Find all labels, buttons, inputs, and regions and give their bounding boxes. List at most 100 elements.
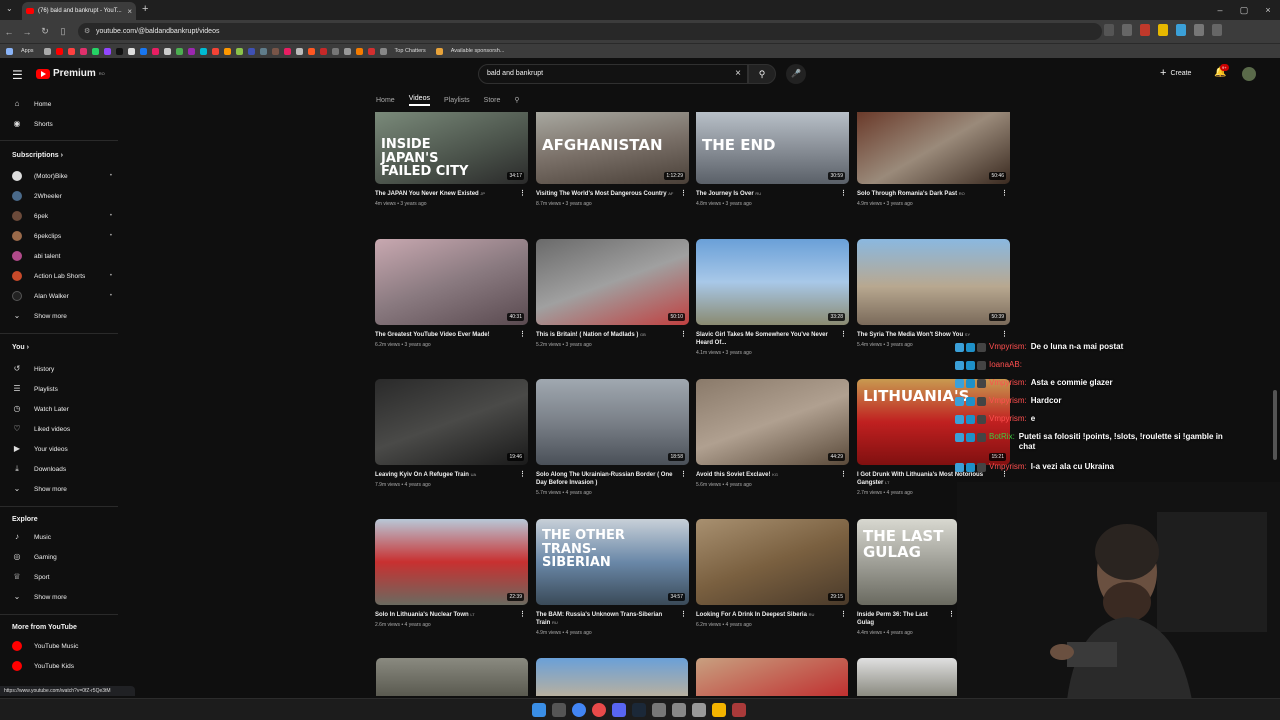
extension-icon[interactable] [1194,24,1204,36]
video-thumbnail[interactable]: 22:39 [375,519,528,605]
video-thumbnail[interactable]: 29:15 [696,519,849,605]
video-title[interactable]: The JAPAN You Never Knew Existed JP ⋮ [375,190,528,198]
search-button[interactable]: ⚲ [748,64,776,84]
video-card[interactable]: THE END 30:59 The Journey Is Over RU ⋮ 4.8m … [696,112,849,207]
notifications-button[interactable]: 🔔 9+ [1214,64,1229,78]
sidebar-item-shorts[interactable]: ◉ Shorts [12,117,112,131]
video-title[interactable]: The Greatest YouTube Video Ever Made! ⋮ [375,331,528,339]
bookmark-icon[interactable] [91,47,99,55]
bookmark-icon[interactable] [367,47,375,55]
bookmark-icon[interactable] [223,47,231,55]
profile-icon[interactable] [1212,24,1222,36]
video-thumbnail[interactable]: THE END 30:59 [696,112,849,184]
more-options-icon[interactable]: ⋮ [948,611,955,619]
tab-videos[interactable]: Videos [408,95,430,106]
bookmark-available-sponsorships[interactable]: Available sponsorsh... [435,47,504,55]
bookmark-icon[interactable] [163,47,171,55]
video-thumbnail[interactable]: 50:39 [857,239,1010,325]
show-more-explore[interactable]: ⌄ Show more [12,590,112,604]
more-options-icon[interactable]: ⋮ [840,190,847,198]
sidebar-item-subscription[interactable]: 6pek • [12,209,112,223]
bookmark-icon[interactable] [55,47,63,55]
forward-icon[interactable]: → [18,27,36,37]
video-thumbnail[interactable] [857,658,957,696]
bookmark-icon[interactable] [43,47,51,55]
video-title[interactable]: Solo Along The Ukrainian-Russian Border … [536,471,689,487]
bookmark-icon[interactable] [307,47,315,55]
discord-icon[interactable] [612,703,626,717]
bookmark-apps[interactable]: Apps [6,47,34,55]
bookmark-icon[interactable] [139,47,147,55]
video-title[interactable]: Solo Through Romania's Dark Past RO ⋮ [857,190,1010,198]
bookmark-icon[interactable] [319,47,327,55]
video-thumbnail[interactable]: 18:58 [536,379,689,465]
sidebar-item-subscription[interactable]: 2Wheeler [12,189,112,203]
sidebar-item-downloads[interactable]: ⤓ Downloads [12,462,112,476]
subscriptions-heading[interactable]: Subscriptions › [12,152,63,159]
video-card[interactable]: 33:28 Slavic Girl Takes Me Somewhere You'… [696,239,849,356]
video-title[interactable]: The BAM: Russia's Unknown Trans-Siberian… [536,611,689,627]
video-card[interactable]: AFGHANISTAN 1:12:29 Visiting The World's M… [536,112,689,207]
video-card[interactable]: 50:10 This is Britain! ( Nation of Madlad… [536,239,689,348]
channel-search-icon[interactable]: ⚲ [514,96,519,104]
video-card[interactable]: 50:46 Solo Through Romania's Dark Past RO… [857,112,1010,207]
sidebar-item-subscription[interactable]: Alan Walker • [12,289,112,303]
tab-home[interactable]: Home [376,97,395,104]
app-icon[interactable] [592,703,606,717]
bookmark-top-chatters[interactable]: Top Chatters [379,47,426,55]
video-thumbnail[interactable]: 50:10 [536,239,689,325]
video-card[interactable]: 22:39 Solo In Lithuania's Nuclear Town LT… [375,519,528,628]
video-title[interactable]: Avoid this Soviet Exclave! KG ⋮ [696,471,849,479]
more-options-icon[interactable]: ⋮ [680,471,687,479]
more-options-icon[interactable]: ⋮ [519,471,526,479]
menu-icon[interactable]: ☰ [12,68,23,82]
create-button[interactable]: + Create [1160,67,1191,79]
bookmark-icon[interactable] [271,47,279,55]
close-window-icon[interactable]: × [1256,0,1280,20]
site-info-icon[interactable]: ⚙ [84,23,90,40]
bookmark-icon[interactable] [127,47,135,55]
show-more-subscriptions[interactable]: ⌄ Show more [12,309,112,323]
video-card[interactable]: 19:46 Leaving Kyiv On A Refugee Train UA ⋮… [375,379,528,488]
app-icon[interactable] [672,703,686,717]
video-title[interactable]: This is Britain! ( Nation of Madlads ) G… [536,331,689,339]
windows-start-icon[interactable] [532,703,546,717]
bookmark-icon[interactable] [343,47,351,55]
video-thumbnail[interactable] [376,658,528,696]
tab-store[interactable]: Store [484,97,501,104]
more-options-icon[interactable]: ⋮ [1001,190,1008,198]
app-icon[interactable] [732,703,746,717]
new-tab-icon[interactable]: + [142,3,148,15]
video-title[interactable]: Leaving Kyiv On A Refugee Train UA ⋮ [375,471,528,479]
video-title[interactable]: Looking For A Drink In Deepest Siberia R… [696,611,849,619]
video-title[interactable]: Solo In Lithuania's Nuclear Town LT ⋮ [375,611,528,619]
more-options-icon[interactable]: ⋮ [840,611,847,619]
video-thumbnail[interactable] [536,658,688,696]
more-options-icon[interactable]: ⋮ [680,331,687,339]
video-card[interactable]: 50:39 The Syria The Media Won't Show You … [857,239,1010,348]
video-title[interactable]: The Journey Is Over RU ⋮ [696,190,849,198]
file-explorer-icon[interactable] [712,703,726,717]
video-card[interactable]: 18:58 Solo Along The Ukrainian-Russian Bo… [536,379,689,496]
sidebar-item-subscription[interactable]: Action Lab Shorts • [12,269,112,283]
install-icon[interactable] [1104,24,1114,36]
close-tab-icon[interactable]: × [127,7,132,16]
bookmark-icon[interactable] [67,47,75,55]
reload-icon[interactable]: ↻ [36,26,54,37]
more-options-icon[interactable]: ⋮ [680,611,687,619]
bookmark-icon[interactable] [331,47,339,55]
video-thumbnail[interactable]: 19:46 [375,379,528,465]
bookmark-icon[interactable] [211,47,219,55]
video-thumbnail[interactable]: 33:28 [696,239,849,325]
voice-search-button[interactable]: 🎤 [786,64,806,84]
more-options-icon[interactable]: ⋮ [680,190,687,198]
more-options-icon[interactable]: ⋮ [519,190,526,198]
video-card[interactable]: 40:31 The Greatest YouTube Video Ever Mad… [375,239,528,348]
more-options-icon[interactable]: ⋮ [840,471,847,479]
steam-icon[interactable] [632,703,646,717]
sidebar-item-your-videos[interactable]: ▶ Your videos [12,442,112,456]
sidebar-item-sport[interactable]: ♕ Sport [12,570,112,584]
app-icon[interactable] [692,703,706,717]
sidebar-item-subscription[interactable]: 6pekclips • [12,229,112,243]
bookmark-icon[interactable] [103,47,111,55]
